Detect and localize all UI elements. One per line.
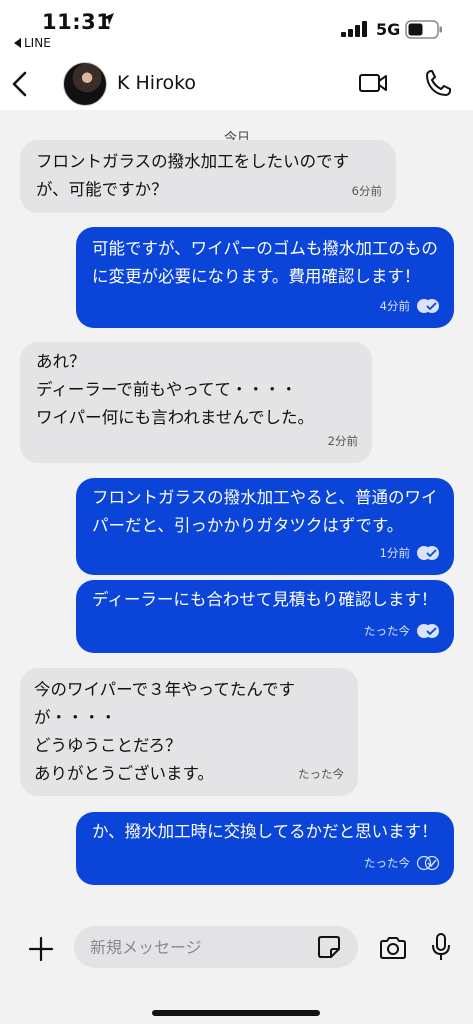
network-type: 5G (376, 20, 401, 39)
read-receipt-icon (417, 546, 439, 560)
message-text: 可能ですが、ワイパーのゴムも撥水加工のものに変更が必要になります。費用確認します… (92, 239, 438, 286)
message-bubble-incoming[interactable]: あれ？ ディーラーで前もやってて・・・・ ワイパー何にも言われませんでした。 2… (20, 342, 372, 463)
message-text: あれ？ ディーラーで前もやってて・・・・ ワイパー何にも言われませんでした。 (36, 352, 315, 427)
phone-call-icon[interactable] (424, 68, 452, 98)
status-bar: 11:31 LINE 5G (0, 0, 473, 58)
message-list[interactable]: 今日 フロントガラスの撥水加工をしたいのですが、可能ですか？ 6分前 可能ですが… (0, 110, 473, 920)
location-arrow-icon (102, 13, 114, 25)
camera-icon[interactable] (378, 934, 408, 962)
chat-header: K Hiroko (0, 58, 473, 110)
battery-icon (405, 20, 442, 39)
message-time: 6分前 (351, 184, 382, 198)
message-text: か、撥水加工時に交換してるかだと思います！ (92, 822, 438, 841)
home-indicator[interactable] (152, 1010, 320, 1016)
message-bubble-outgoing[interactable]: フロントガラスの撥水加工やると、普通のワイパーだと、引っかかりガタツクはずです。… (76, 478, 454, 575)
sticker-icon[interactable] (316, 934, 342, 960)
back-to-app-link[interactable]: LINE (14, 36, 51, 50)
message-input[interactable] (90, 926, 300, 968)
message-bubble-outgoing[interactable]: 可能ですが、ワイパーのゴムも撥水加工のものに変更が必要になります。費用確認します… (76, 227, 454, 328)
message-time: 1分前 (379, 546, 410, 560)
back-app-label: LINE (24, 36, 51, 50)
read-receipt-icon (417, 624, 439, 638)
delivered-receipt-icon (416, 855, 440, 871)
message-time: 2分前 (327, 434, 358, 448)
back-triangle-icon (14, 38, 21, 48)
message-text: フロントガラスの撥水加工をしたいのですが、可能ですか？ (36, 152, 350, 199)
contact-name[interactable]: K Hiroko (117, 72, 196, 94)
message-time: たった今 (364, 856, 410, 870)
back-chevron-icon[interactable] (8, 68, 32, 100)
message-bubble-outgoing[interactable]: か、撥水加工時に交換してるかだと思います！ たった今 (76, 812, 454, 885)
avatar[interactable] (63, 62, 107, 106)
message-time: たった今 (298, 767, 344, 781)
message-time: 4分前 (379, 299, 410, 313)
message-bubble-outgoing[interactable]: ディーラーにも合わせて見積もり確認します！ たった今 (76, 580, 454, 653)
video-call-icon[interactable] (358, 70, 388, 96)
message-input-container[interactable] (74, 926, 358, 968)
message-bubble-incoming[interactable]: 今のワイパーで３年やってたんですが・・・・ どうゆうことだろ？ ありがとうござい… (20, 668, 358, 796)
plus-icon[interactable] (28, 936, 54, 962)
cellular-signal-icon (341, 21, 367, 37)
message-bubble-incoming[interactable]: フロントガラスの撥水加工をしたいのですが、可能ですか？ 6分前 (20, 140, 396, 213)
message-text: フロントガラスの撥水加工やると、普通のワイパーだと、引っかかりガタツクはずです。 (92, 488, 438, 535)
read-receipt-icon (417, 299, 439, 313)
microphone-icon[interactable] (430, 932, 452, 962)
message-time: たった今 (364, 624, 410, 638)
message-composer (0, 920, 473, 1024)
message-text: ディーラーにも合わせて見積もり確認します！ (92, 590, 438, 609)
